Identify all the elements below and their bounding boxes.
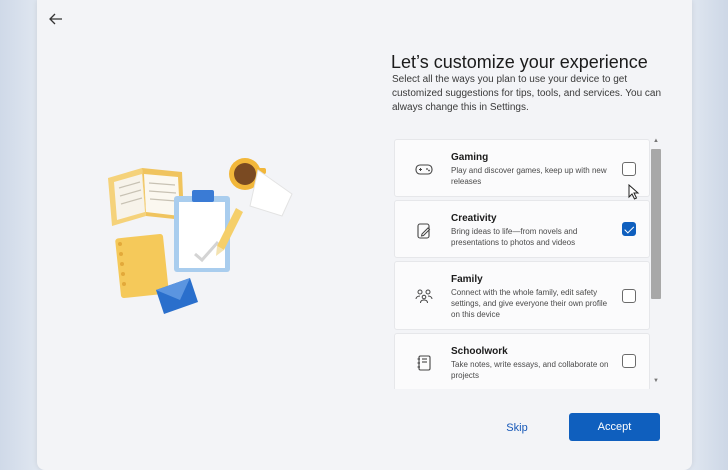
option-schoolwork[interactable]: Schoolwork Take notes, write essays, and… [394, 333, 650, 389]
back-arrow-icon[interactable] [46, 9, 66, 29]
options-list[interactable]: Gaming Play and discover games, keep up … [394, 137, 650, 389]
schoolwork-checkbox[interactable] [622, 354, 636, 368]
page-title: Let’s customize your experience [391, 52, 648, 73]
page-description: Select all the ways you plan to use your… [392, 74, 662, 113]
options-scrollbar[interactable]: ▲ ▼ [650, 137, 662, 389]
paper-illustration [249, 169, 293, 217]
option-gaming[interactable]: Gaming Play and discover games, keep up … [394, 139, 650, 197]
option-family[interactable]: Family Connect with the whole family, ed… [394, 261, 650, 330]
family-checkbox[interactable] [622, 289, 636, 303]
option-description: Connect with the whole family, edit safe… [451, 288, 608, 319]
people-icon [414, 286, 434, 306]
option-description: Take notes, write essays, and collaborat… [451, 360, 609, 380]
option-name: Gaming [451, 152, 489, 163]
option-creativity[interactable]: Creativity Bring ideas to life—from nove… [394, 200, 650, 258]
scroll-up-icon[interactable]: ▲ [653, 138, 659, 144]
mouse-cursor-icon [628, 184, 640, 200]
notebook-icon [414, 353, 434, 373]
gamepad-icon [414, 159, 434, 179]
skip-button[interactable]: Skip [494, 414, 540, 442]
option-name: Creativity [451, 213, 497, 224]
option-description: Play and discover games, keep up with ne… [451, 166, 607, 186]
creativity-checkbox[interactable] [622, 222, 636, 236]
accept-button[interactable]: Accept [569, 413, 660, 441]
clipboard-illustration [174, 190, 230, 272]
illustration [108, 158, 293, 314]
option-description: Bring ideas to life—from novels and pres… [451, 227, 578, 247]
scrollbar-thumb[interactable] [651, 149, 661, 299]
open-book-illustration [108, 168, 184, 226]
gaming-checkbox[interactable] [622, 162, 636, 176]
scroll-down-icon[interactable]: ▼ [653, 378, 659, 384]
pen-tablet-icon [414, 221, 434, 241]
option-name: Schoolwork [451, 346, 508, 357]
option-name: Family [451, 274, 483, 285]
